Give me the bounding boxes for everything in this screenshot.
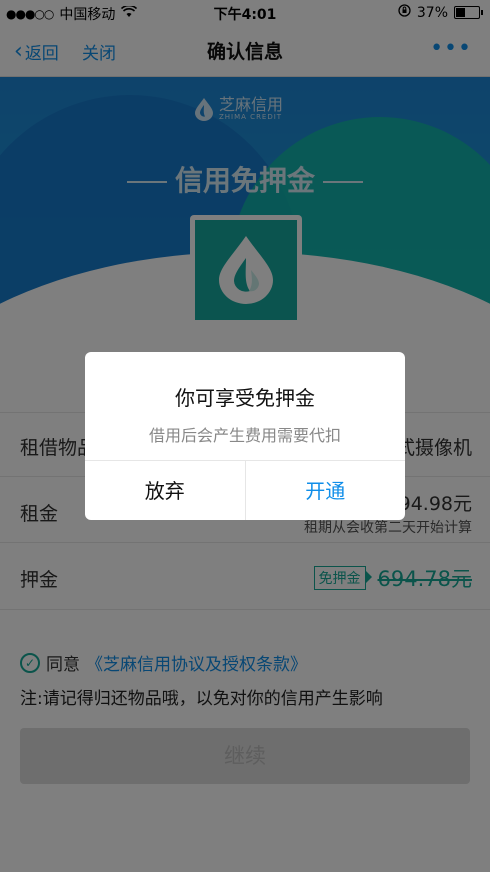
dialog-actions: 放弃 开通 bbox=[85, 460, 405, 520]
deposit-free-dialog: 你可享受免押金 借用后会产生费用需要代扣 放弃 开通 bbox=[85, 352, 405, 520]
activate-button[interactable]: 开通 bbox=[246, 461, 406, 520]
dialog-title: 你可享受免押金 bbox=[175, 386, 315, 410]
dialog-message: 借用后会产生费用需要代扣 bbox=[148, 426, 341, 445]
give-up-button[interactable]: 放弃 bbox=[85, 461, 246, 520]
